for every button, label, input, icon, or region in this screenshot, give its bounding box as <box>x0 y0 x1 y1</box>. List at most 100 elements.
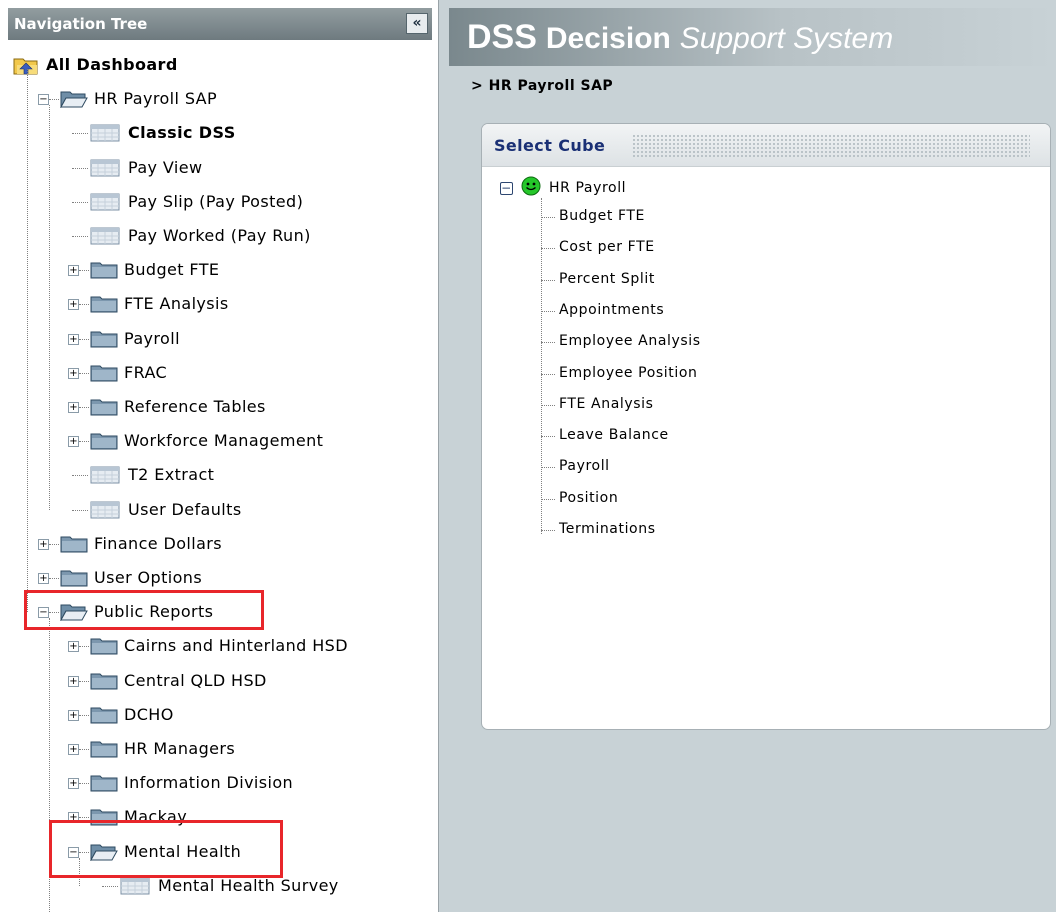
expand-toggle-icon[interactable]: + <box>68 299 79 311</box>
cube-connector <box>541 248 555 250</box>
folder-icon <box>90 774 118 796</box>
folder-icon <box>60 569 88 591</box>
tree-item[interactable]: + Central QLD HSD <box>8 664 438 698</box>
tree-item-label: Mental Health Survey <box>158 875 339 895</box>
tree-item[interactable]: Pay Worked (Pay Run) <box>8 219 438 253</box>
report-icon <box>120 877 150 899</box>
cube-connector <box>541 310 555 312</box>
cube-connector <box>541 530 555 531</box>
tree-item[interactable]: + Information Division <box>8 766 438 800</box>
tree-item[interactable]: + Cairns and Hinterland HSD <box>8 629 438 663</box>
cube-item[interactable]: Leave Balance <box>559 427 669 443</box>
cube-item[interactable]: Payroll <box>559 458 610 474</box>
navigation-title: Navigation Tree <box>14 15 148 33</box>
tree-item[interactable]: + Budget FTE <box>8 253 438 287</box>
report-icon <box>90 501 120 523</box>
tree-connector <box>49 578 59 579</box>
brand-subtitle: Support System <box>679 22 894 55</box>
tree-connector <box>79 783 89 785</box>
cube-item[interactable]: Budget FTE <box>559 208 645 224</box>
cube-connector <box>541 436 555 438</box>
tree-item-label: Central QLD HSD <box>124 670 267 690</box>
tree-item-label: Cairns and Hinterland HSD <box>124 636 348 656</box>
expand-toggle-icon[interactable]: + <box>68 641 79 653</box>
highlight-box-public-reports <box>24 590 264 630</box>
report-icon <box>90 466 120 488</box>
tree-item-label: HR Managers <box>124 739 236 758</box>
cube-root[interactable]: − HR Payroll <box>500 176 626 200</box>
expand-toggle-icon[interactable]: + <box>68 436 79 448</box>
tree-item[interactable]: User Defaults <box>8 493 438 527</box>
expand-toggle-icon[interactable]: + <box>68 744 79 755</box>
tree-item[interactable]: + FTE Analysis <box>8 287 438 321</box>
tree-connector <box>79 680 89 682</box>
folder-icon <box>60 535 88 557</box>
tree-item[interactable]: Pay Slip (Pay Posted) <box>8 185 438 219</box>
tree-item[interactable]: − HR Payroll SAP <box>8 82 438 116</box>
cube-item[interactable]: Percent Split <box>559 271 655 287</box>
cube-item[interactable]: Position <box>559 490 618 506</box>
navigation-panel: Navigation Tree « All Dashboard − HR Payro… <box>0 0 439 912</box>
tree-item[interactable]: Pay View <box>8 151 438 185</box>
tree-item-label: User Defaults <box>128 499 242 519</box>
folder-icon <box>90 261 118 283</box>
tree-item[interactable]: + Reference Tables <box>8 390 438 424</box>
tree-connector <box>49 99 59 101</box>
select-cube-title: Select Cube <box>494 136 606 155</box>
tree-item-label: Classic DSS <box>128 123 236 143</box>
report-icon <box>90 227 120 249</box>
tree-item-label: All Dashboard <box>46 55 178 74</box>
tree-item[interactable]: Classic DSS <box>8 116 438 150</box>
tree-item-label: Reference Tables <box>124 397 266 416</box>
cube-item[interactable]: FTE Analysis <box>559 396 654 412</box>
folder-icon <box>90 672 118 694</box>
expand-toggle-icon[interactable]: + <box>38 538 49 550</box>
breadcrumb: > HR Payroll SAP <box>471 78 614 94</box>
expand-toggle-icon[interactable]: + <box>68 333 79 345</box>
tree-item-label: Information Division <box>124 773 294 793</box>
tree-item[interactable]: All Dashboard <box>8 48 438 82</box>
cube-item[interactable]: Employee Position <box>559 365 698 381</box>
cube-item[interactable]: Terminations <box>559 521 656 537</box>
tree-connector <box>79 407 89 408</box>
expand-toggle-icon[interactable]: + <box>68 778 79 790</box>
tree-item[interactable]: + Payroll <box>8 322 438 356</box>
tree-item[interactable]: + FRAC <box>8 356 438 390</box>
tree-connector <box>72 167 88 169</box>
collapse-toggle-icon[interactable]: − <box>38 94 49 106</box>
tree-item[interactable]: + Finance Dollars <box>8 527 438 561</box>
tree-guide-line <box>27 69 28 613</box>
cube-item[interactable]: Cost per FTE <box>559 239 655 255</box>
tree-connector <box>79 646 89 648</box>
brand-abbrev: DSS <box>467 18 537 56</box>
expand-toggle-icon[interactable]: + <box>38 573 49 584</box>
expand-toggle-icon[interactable]: + <box>68 709 79 721</box>
expand-toggle-icon[interactable]: + <box>68 402 79 413</box>
tree-connector <box>79 714 89 716</box>
cube-item[interactable]: Appointments <box>559 302 664 318</box>
highlight-box-mental-health <box>49 820 283 878</box>
tree-item[interactable]: + HR Managers <box>8 732 438 766</box>
tree-item[interactable]: + DCHO <box>8 698 438 732</box>
folder-icon <box>90 364 118 386</box>
expand-toggle-icon[interactable]: + <box>68 367 79 379</box>
expand-toggle-icon[interactable]: + <box>68 265 79 277</box>
cube-connector <box>541 217 555 218</box>
report-icon <box>90 124 120 146</box>
tree-connector <box>72 236 88 237</box>
tree-connector <box>102 885 118 887</box>
expand-toggle-icon[interactable]: + <box>68 675 79 687</box>
collapse-panel-button[interactable]: « <box>406 13 428 34</box>
select-cube-panel: Select Cube − HR Payroll Budget FTE Cost pe… <box>481 123 1051 730</box>
tree-item-label: HR Payroll SAP <box>94 89 218 109</box>
report-icon <box>90 159 120 181</box>
tree-item[interactable]: + Workforce Management <box>8 424 438 458</box>
tree-item[interactable]: + <box>8 903 438 912</box>
collapse-toggle-icon[interactable]: − <box>500 181 513 195</box>
cube-connector <box>541 498 555 500</box>
cube-item[interactable]: Employee Analysis <box>559 333 701 349</box>
cube-connector <box>541 279 555 281</box>
cube-connector <box>541 404 555 406</box>
navigation-tree: All Dashboard − HR Payroll SAP Classic DSS P… <box>8 44 438 912</box>
tree-item[interactable]: T2 Extract <box>8 458 438 492</box>
